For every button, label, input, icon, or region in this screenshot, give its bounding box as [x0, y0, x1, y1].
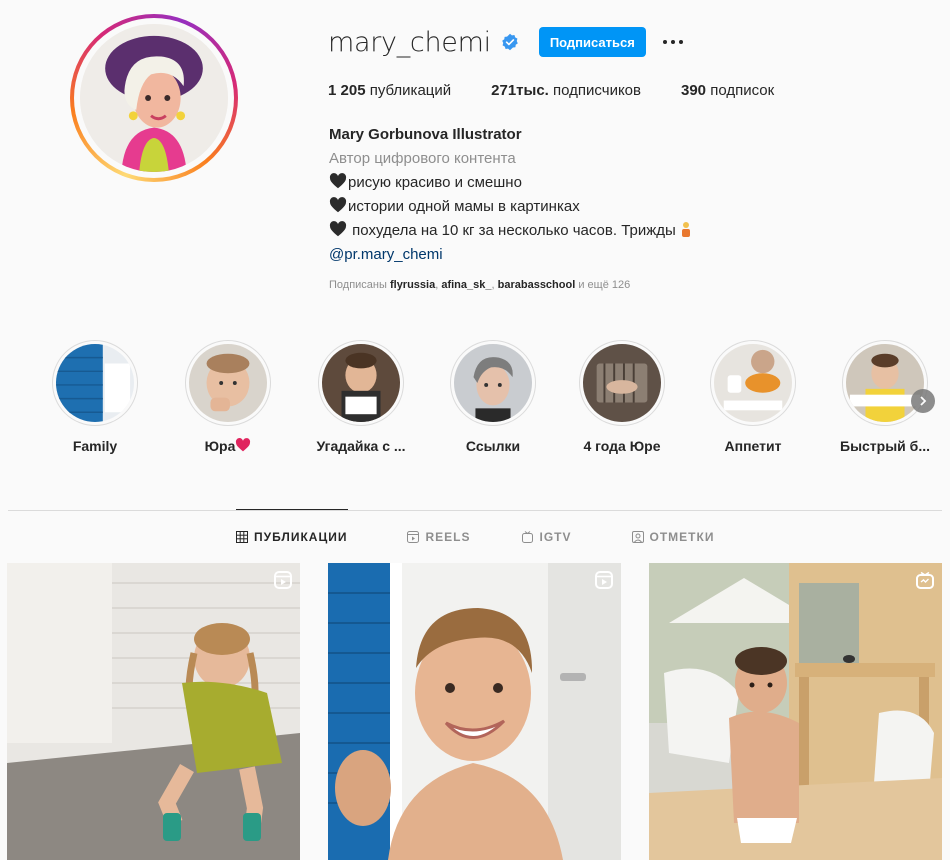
bio-full-name: Mary Gorbunova Illustrator [329, 126, 522, 143]
tab-label: ОТМЕТКИ [649, 530, 715, 544]
highlight-cover [454, 344, 532, 422]
highlight-cover [714, 344, 792, 422]
follow-button[interactable]: Подписаться [538, 27, 646, 57]
highlight-label: Family [72, 438, 118, 454]
highlight-item[interactable]: Аппетит [698, 340, 808, 454]
highlight-label: Аппетит [724, 438, 782, 454]
profile-tabs: ПУБЛИКАЦИИ REELS IGTV ОТМЕТКИ [236, 527, 774, 547]
bio-line: похудела на 10 кг за несколько часов. Тр… [329, 219, 692, 243]
reels-icon [407, 531, 420, 543]
followed-by[interactable]: Подписаны flyrussia, afina_sk_, barabass… [329, 279, 630, 291]
igtv-icon [916, 571, 934, 589]
profile-avatar-frame [74, 18, 234, 178]
highlight-item[interactable]: Ссылки [438, 340, 548, 454]
followed-by-user[interactable]: flyrussia [390, 279, 435, 291]
active-tab-indicator [236, 509, 348, 510]
stat-followers[interactable]: 271тыс. подписчиков [491, 82, 641, 99]
highlight-cover [583, 344, 661, 422]
highlight-cover [56, 344, 134, 422]
verified-badge-icon [502, 33, 518, 51]
red-heart-icon [236, 438, 251, 452]
highlight-label: Угадайка с ... [316, 438, 406, 454]
post-thumbnail[interactable] [328, 563, 621, 860]
profile-avatar[interactable] [80, 24, 228, 172]
highlight-label: Ссылки [465, 438, 521, 454]
highlight-cover [846, 344, 924, 422]
highlights-next-button[interactable] [911, 389, 935, 413]
bio-link[interactable]: @pr.mary_chemi [329, 243, 692, 267]
tab-label: IGTV [539, 530, 572, 544]
igtv-icon [522, 531, 534, 543]
highlight-cover [322, 344, 400, 422]
black-heart-icon [329, 221, 347, 237]
stat-following[interactable]: 390 подписок [681, 82, 774, 99]
tabs-divider [8, 510, 942, 511]
reels-icon [595, 571, 613, 589]
highlight-item[interactable]: Юра [173, 340, 283, 454]
tab-label: REELS [425, 530, 471, 544]
person-shrug-icon [682, 222, 690, 237]
followed-by-user[interactable]: afina_sk_ [441, 279, 491, 291]
followers-count: 271тыс. [491, 82, 549, 99]
more-options-icon[interactable] [658, 27, 688, 57]
black-heart-icon [329, 197, 347, 213]
following-label: подписок [710, 82, 775, 99]
profile-stats: 1 205 публикаций 271тыс. подписчиков 390… [328, 82, 814, 99]
post-thumbnail[interactable] [7, 563, 300, 860]
profile-avatar-ring[interactable] [70, 14, 238, 182]
posts-label: публикаций [369, 82, 452, 99]
followed-by-user[interactable]: barabasschool [498, 279, 576, 291]
followers-label: подписчиков [553, 82, 641, 99]
username: mary_chemi [328, 26, 491, 58]
following-count: 390 [681, 82, 707, 99]
grid-icon [236, 531, 248, 543]
post-thumbnail[interactable] [649, 563, 942, 860]
reels-icon [274, 571, 292, 589]
story-highlights: Family Юра Угадайка с ... Ссылки 4 года … [40, 340, 950, 465]
highlight-label: 4 года Юре [583, 438, 661, 454]
tab-igtv[interactable]: IGTV [522, 527, 571, 547]
highlight-cover [189, 344, 267, 422]
black-heart-icon [329, 173, 347, 189]
tab-reels[interactable]: REELS [407, 527, 470, 547]
profile-bio: Mary Gorbunova Illustrator Автор цифрово… [329, 123, 692, 267]
tab-label: ПУБЛИКАЦИИ [254, 530, 348, 544]
bio-line: рисую красиво и смешно [329, 171, 692, 195]
tagged-icon [631, 531, 644, 543]
tab-posts[interactable]: ПУБЛИКАЦИИ [236, 527, 347, 547]
highlight-label: Быстрый б... [840, 438, 930, 454]
bio-line: истории одной мамы в картинках [329, 195, 692, 219]
bio-category: Автор цифрового контента [329, 150, 516, 167]
highlight-item[interactable]: Family [40, 340, 150, 454]
username-row: mary_chemi Подписаться [328, 26, 688, 58]
chevron-right-icon [920, 396, 927, 406]
posts-count: 1 205 [328, 82, 366, 99]
highlight-item[interactable]: Угадайка с ... [306, 340, 416, 454]
highlight-label: Юра [173, 438, 283, 454]
stat-posts: 1 205 публикаций [328, 82, 451, 99]
tab-tagged[interactable]: ОТМЕТКИ [631, 527, 715, 547]
highlight-item[interactable]: 4 года Юре [567, 340, 677, 454]
